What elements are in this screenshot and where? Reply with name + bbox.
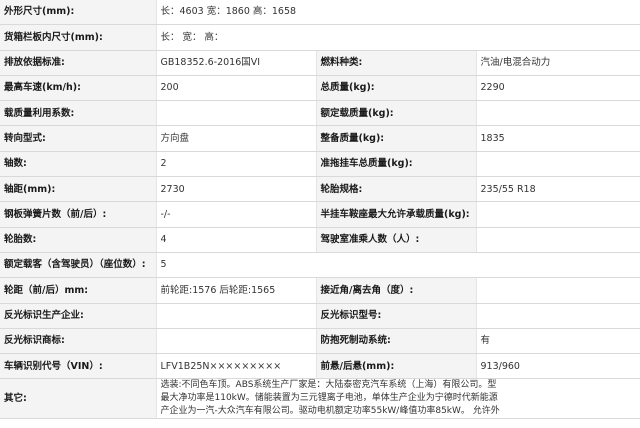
empty-cell <box>476 252 640 279</box>
spec-row: 轮距（前/后）mm: 前轮距:1576 后轮距:1565 接近角/离去角（度）: <box>0 277 640 304</box>
spec-value: 长：4603 宽：1860 高：1658 <box>156 0 316 26</box>
spec-row: 排放依据标准: GB18352.6-2016国VI 燃料种类: 汽油/电混合动力 <box>0 50 640 76</box>
spec-table-body: 外形尺寸(mm): 长：4603 宽：1860 高：1658 货箱栏板内尺寸(mm)… <box>0 0 640 420</box>
spec-value: 913/960 <box>476 353 640 380</box>
vehicle-spec-table: 外形尺寸(mm): 长：4603 宽：1860 高：1658 货箱栏板内尺寸(mm)… <box>0 0 640 420</box>
spec-value: 方向盘 <box>156 125 316 152</box>
spec-label: 前悬/后悬(mm): <box>315 353 477 380</box>
spec-value: 2290 <box>476 75 640 102</box>
spec-label: 接近角/离去角（度）: <box>315 277 477 304</box>
spec-value: -/- <box>156 201 316 228</box>
spec-label: 防抱死制动系统: <box>315 328 477 355</box>
spec-value: 有 <box>476 328 640 355</box>
empty-cell <box>476 24 640 51</box>
spec-row: 最高车速(km/h): 200 总质量(kg): 2290 <box>0 75 640 102</box>
spec-label: 轮距（前/后）mm: <box>0 277 157 304</box>
spec-label: 轴数: <box>0 151 157 178</box>
spec-label: 排放依据标准: <box>0 50 157 76</box>
spec-row: 货箱栏板内尺寸(mm): 长： 宽： 高： <box>0 24 640 51</box>
spec-row: 外形尺寸(mm): 长：4603 宽：1860 高：1658 <box>0 0 640 26</box>
spec-label: 外形尺寸(mm): <box>0 0 157 26</box>
spec-label: 载质量利用系数: <box>0 100 157 127</box>
spec-value: 2 <box>156 151 316 178</box>
spec-value: LFV1B25N××××××××× <box>156 353 316 380</box>
spec-label: 最高车速(km/h): <box>0 75 157 102</box>
spec-label: 准拖挂车总质量(kg): <box>315 151 477 178</box>
spec-value: 200 <box>156 75 316 102</box>
spec-label: 反光标识型号: <box>315 303 477 329</box>
spec-label: 半挂车鞍座最大允许承载质量(kg): <box>315 201 477 228</box>
spec-value: GB18352.6-2016国VI <box>156 50 316 76</box>
spec-row: 反光标识生产企业: 反光标识型号: <box>0 303 640 329</box>
empty-cell <box>316 0 476 26</box>
spec-value: 4 <box>156 227 316 253</box>
spec-label: 车辆识别代号（VIN）: <box>0 353 157 380</box>
spec-row: 车辆识别代号（VIN）: LFV1B25N××××××××× 前悬/后悬(mm): 9… <box>0 353 640 380</box>
spec-label: 转向型式: <box>0 125 157 152</box>
spec-value <box>476 277 640 304</box>
empty-cell <box>476 0 640 26</box>
empty-cell <box>316 252 476 279</box>
spec-label: 轮胎数: <box>0 227 157 253</box>
spec-label: 反光标识生产企业: <box>0 303 157 329</box>
spec-label: 额定载质量(kg): <box>315 100 477 127</box>
spec-row: 载质量利用系数: 额定载质量(kg): <box>0 100 640 127</box>
spec-row: 反光标识商标: 防抱死制动系统: 有 <box>0 328 640 355</box>
spec-label: 轮胎规格: <box>315 176 477 203</box>
spec-value <box>476 201 640 228</box>
spec-label: 轴距(mm): <box>0 176 157 203</box>
spec-label: 货箱栏板内尺寸(mm): <box>0 24 157 51</box>
spec-value: 汽油/电混合动力 <box>476 50 640 76</box>
spec-value: 1835 <box>476 125 640 152</box>
spec-row: 轴数: 2 准拖挂车总质量(kg): <box>0 151 640 178</box>
spec-value <box>156 303 316 329</box>
spec-label: 反光标识商标: <box>0 328 157 355</box>
spec-value <box>476 100 640 127</box>
spec-label: 额定载客（含驾驶员）（座位数）: <box>0 252 157 279</box>
spec-row: 轮胎数: 4 驾驶室准乘人数（人）: <box>0 227 640 253</box>
other-text-line: 选装:不同色车顶。ABS系统生产厂家是：大陆泰密克汽车系统（上海）有限公司。型 <box>160 380 497 391</box>
spec-value: 长： 宽： 高： <box>156 24 316 51</box>
spec-label: 燃料种类: <box>315 50 477 76</box>
spec-value: 235/55 R18 <box>476 176 640 203</box>
spec-value <box>476 227 640 253</box>
spec-row: 钢板弹簧片数（前/后）: -/- 半挂车鞍座最大允许承载质量(kg): <box>0 201 640 228</box>
spec-value: 前轮距:1576 后轮距:1565 <box>156 277 316 304</box>
spec-label: 总质量(kg): <box>315 75 477 102</box>
spec-label: 整备质量(kg): <box>315 125 477 152</box>
spec-label: 其它: <box>0 378 157 420</box>
spec-value <box>156 100 316 127</box>
spec-sheet: 外形尺寸(mm): 长：4603 宽：1860 高：1658 货箱栏板内尺寸(mm)… <box>0 0 640 428</box>
spec-label: 钢板弹簧片数（前/后）: <box>0 201 157 228</box>
spec-row: 转向型式: 方向盘 整备质量(kg): 1835 <box>0 125 640 152</box>
spec-row: 轴距(mm): 2730 轮胎规格: 235/55 R18 <box>0 176 640 203</box>
spec-row: 额定载客（含驾驶员）（座位数）: 5 <box>0 252 640 279</box>
empty-cell <box>316 24 476 51</box>
spec-value: 2730 <box>156 176 316 203</box>
spec-label: 驾驶室准乘人数（人）: <box>315 227 477 253</box>
spec-value <box>476 303 640 329</box>
spec-value-other: 选装:不同色车顶。ABS系统生产厂家是：大陆泰密克汽车系统（上海）有限公司。型最… <box>156 378 640 420</box>
other-text-line: 最大净功率是110kW。储能装置为三元锂离子电池，单体生产企业为宁德时代新能源 <box>160 393 498 404</box>
other-text-line: 产企业为一汽-大众汽车有限公司。驱动电机额定功率55kW/峰值功率85kW。 允… <box>160 406 500 417</box>
spec-value <box>156 328 316 355</box>
spec-value: 5 <box>156 252 316 279</box>
spec-row-other: 其它: 选装:不同色车顶。ABS系统生产厂家是：大陆泰密克汽车系统（上海）有限公司… <box>0 378 640 420</box>
spec-value <box>476 151 640 178</box>
